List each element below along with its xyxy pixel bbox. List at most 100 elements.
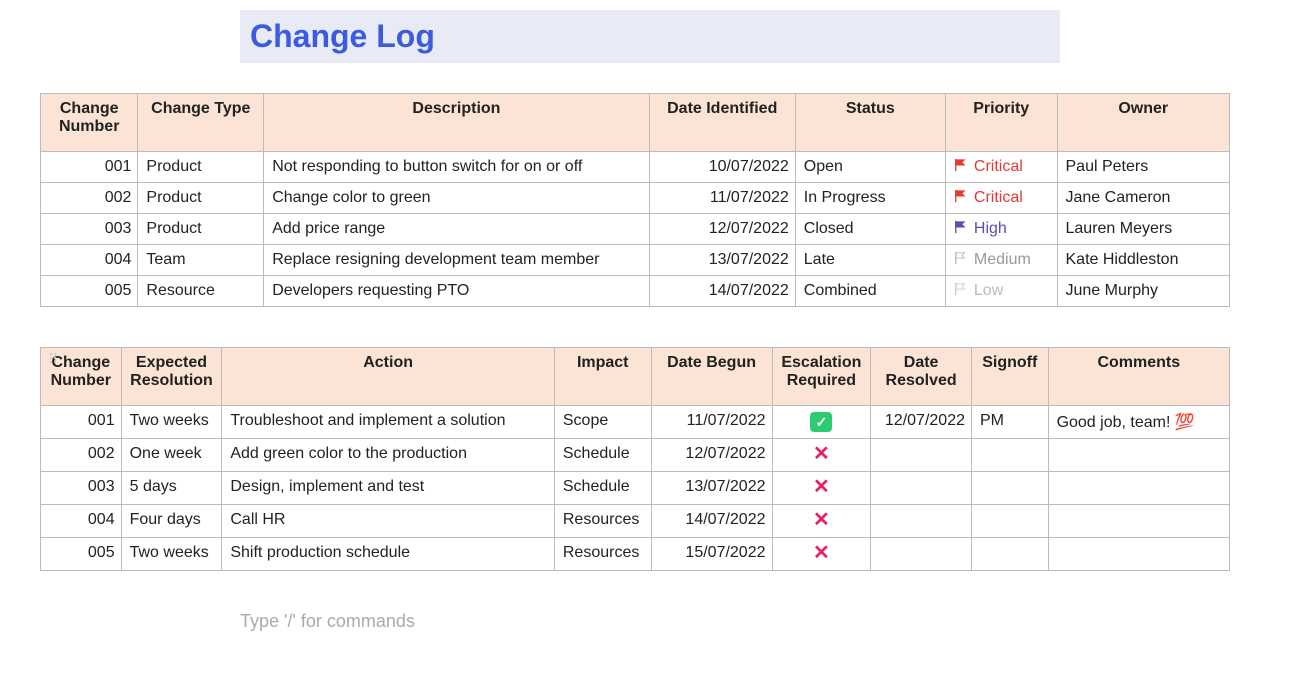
t1-header: Description: [264, 94, 650, 152]
cell-escalation: ✕: [772, 472, 871, 505]
cell-change-number: 001: [41, 152, 138, 183]
cell-expected-resolution: One week: [121, 439, 222, 472]
cell-date-identified: 10/07/2022: [649, 152, 795, 183]
cell-expected-resolution: 5 days: [121, 472, 222, 505]
cell-escalation: ✓: [772, 406, 871, 439]
change-log-table-2: Change NumberExpected ResolutionActionIm…: [40, 347, 1230, 571]
page-title: Change Log: [250, 18, 1050, 55]
t2-header: Date Begun: [651, 348, 772, 406]
cell-status: Closed: [795, 214, 945, 245]
table-row: 004Four daysCall HRResources14/07/2022✕: [41, 505, 1230, 538]
cell-date-begun: 13/07/2022: [651, 472, 772, 505]
cell-change-number: 005: [41, 538, 122, 571]
t1-header: Change Number: [41, 94, 138, 152]
cell-description: Change color to green: [264, 183, 650, 214]
cell-action: Add green color to the production: [222, 439, 555, 472]
cell-change-number: 004: [41, 245, 138, 276]
cell-comments: [1048, 439, 1229, 472]
cell-priority: Critical: [945, 183, 1057, 214]
flag-icon: [954, 282, 974, 299]
table-row: 004TeamReplace resigning development tea…: [41, 245, 1230, 276]
cell-impact: Schedule: [554, 472, 651, 505]
cell-impact: Schedule: [554, 439, 651, 472]
cell-change-number: 002: [41, 439, 122, 472]
t1-header: Owner: [1057, 94, 1230, 152]
cell-date-resolved: [871, 505, 972, 538]
flag-icon: [954, 189, 974, 206]
cell-signoff: [971, 472, 1048, 505]
cell-signoff: [971, 439, 1048, 472]
cell-status: Open: [795, 152, 945, 183]
t1-header: Status: [795, 94, 945, 152]
cell-description: Replace resigning development team membe…: [264, 245, 650, 276]
cell-owner: Kate Hiddleston: [1057, 245, 1230, 276]
cell-date-begun: 14/07/2022: [651, 505, 772, 538]
cell-change-number: 001: [41, 406, 122, 439]
cell-change-number: 003: [41, 472, 122, 505]
cell-change-type: Product: [138, 183, 264, 214]
cell-date-resolved: [871, 472, 972, 505]
cell-comments: [1048, 505, 1229, 538]
x-icon: ✕: [813, 509, 830, 531]
cell-description: Add price range: [264, 214, 650, 245]
cell-change-type: Resource: [138, 276, 264, 307]
t2-header: Expected Resolution: [121, 348, 222, 406]
cell-description: Developers requesting PTO: [264, 276, 650, 307]
table-row: 001Two weeksTroubleshoot and implement a…: [41, 406, 1230, 439]
t2-header: Escalation Required: [772, 348, 871, 406]
cell-date-begun: 12/07/2022: [651, 439, 772, 472]
check-icon: ✓: [810, 412, 832, 432]
drag-handle-icon[interactable]: ⠿: [48, 351, 58, 368]
cell-expected-resolution: Four days: [121, 505, 222, 538]
cell-change-type: Product: [138, 152, 264, 183]
t2-header: Signoff: [971, 348, 1048, 406]
x-icon: ✕: [813, 443, 830, 465]
cell-action: Call HR: [222, 505, 555, 538]
table-row: 001ProductNot responding to button switc…: [41, 152, 1230, 183]
flag-icon: [954, 220, 974, 237]
t1-header: Change Type: [138, 94, 264, 152]
cell-owner: Jane Cameron: [1057, 183, 1230, 214]
table-row: 002One weekAdd green color to the produc…: [41, 439, 1230, 472]
cell-escalation: ✕: [772, 439, 871, 472]
x-icon: ✕: [813, 476, 830, 498]
x-icon: ✕: [813, 542, 830, 564]
cell-priority: High: [945, 214, 1057, 245]
cell-priority: Low: [945, 276, 1057, 307]
cell-impact: Resources: [554, 505, 651, 538]
flag-icon: [954, 251, 974, 268]
command-input[interactable]: Type '/' for commands: [240, 611, 1253, 632]
cell-comments: [1048, 472, 1229, 505]
cell-date-identified: 13/07/2022: [649, 245, 795, 276]
cell-date-begun: 15/07/2022: [651, 538, 772, 571]
cell-signoff: PM: [971, 406, 1048, 439]
cell-impact: Scope: [554, 406, 651, 439]
cell-date-begun: 11/07/2022: [651, 406, 772, 439]
cell-escalation: ✕: [772, 505, 871, 538]
cell-description: Not responding to button switch for on o…: [264, 152, 650, 183]
cell-action: Design, implement and test: [222, 472, 555, 505]
page-title-bar: Change Log: [240, 10, 1060, 63]
t2-header: Comments: [1048, 348, 1229, 406]
flag-icon: [954, 158, 974, 175]
cell-date-resolved: [871, 538, 972, 571]
cell-date-identified: 11/07/2022: [649, 183, 795, 214]
cell-priority: Critical: [945, 152, 1057, 183]
cell-priority: Medium: [945, 245, 1057, 276]
cell-action: Shift production schedule: [222, 538, 555, 571]
t1-header: Date Identified: [649, 94, 795, 152]
cell-action: Troubleshoot and implement a solution: [222, 406, 555, 439]
cell-date-identified: 14/07/2022: [649, 276, 795, 307]
cell-expected-resolution: Two weeks: [121, 406, 222, 439]
table-row: 005ResourceDevelopers requesting PTO14/0…: [41, 276, 1230, 307]
cell-signoff: [971, 505, 1048, 538]
t2-header: Action: [222, 348, 555, 406]
table-row: 0035 daysDesign, implement and testSched…: [41, 472, 1230, 505]
table-row: 003ProductAdd price range12/07/2022Close…: [41, 214, 1230, 245]
t2-header: Date Resolved: [871, 348, 972, 406]
change-log-table-1: Change NumberChange TypeDescriptionDate …: [40, 93, 1230, 307]
t1-header: Priority: [945, 94, 1057, 152]
cell-owner: Lauren Meyers: [1057, 214, 1230, 245]
cell-escalation: ✕: [772, 538, 871, 571]
table-row: 005Two weeksShift production scheduleRes…: [41, 538, 1230, 571]
